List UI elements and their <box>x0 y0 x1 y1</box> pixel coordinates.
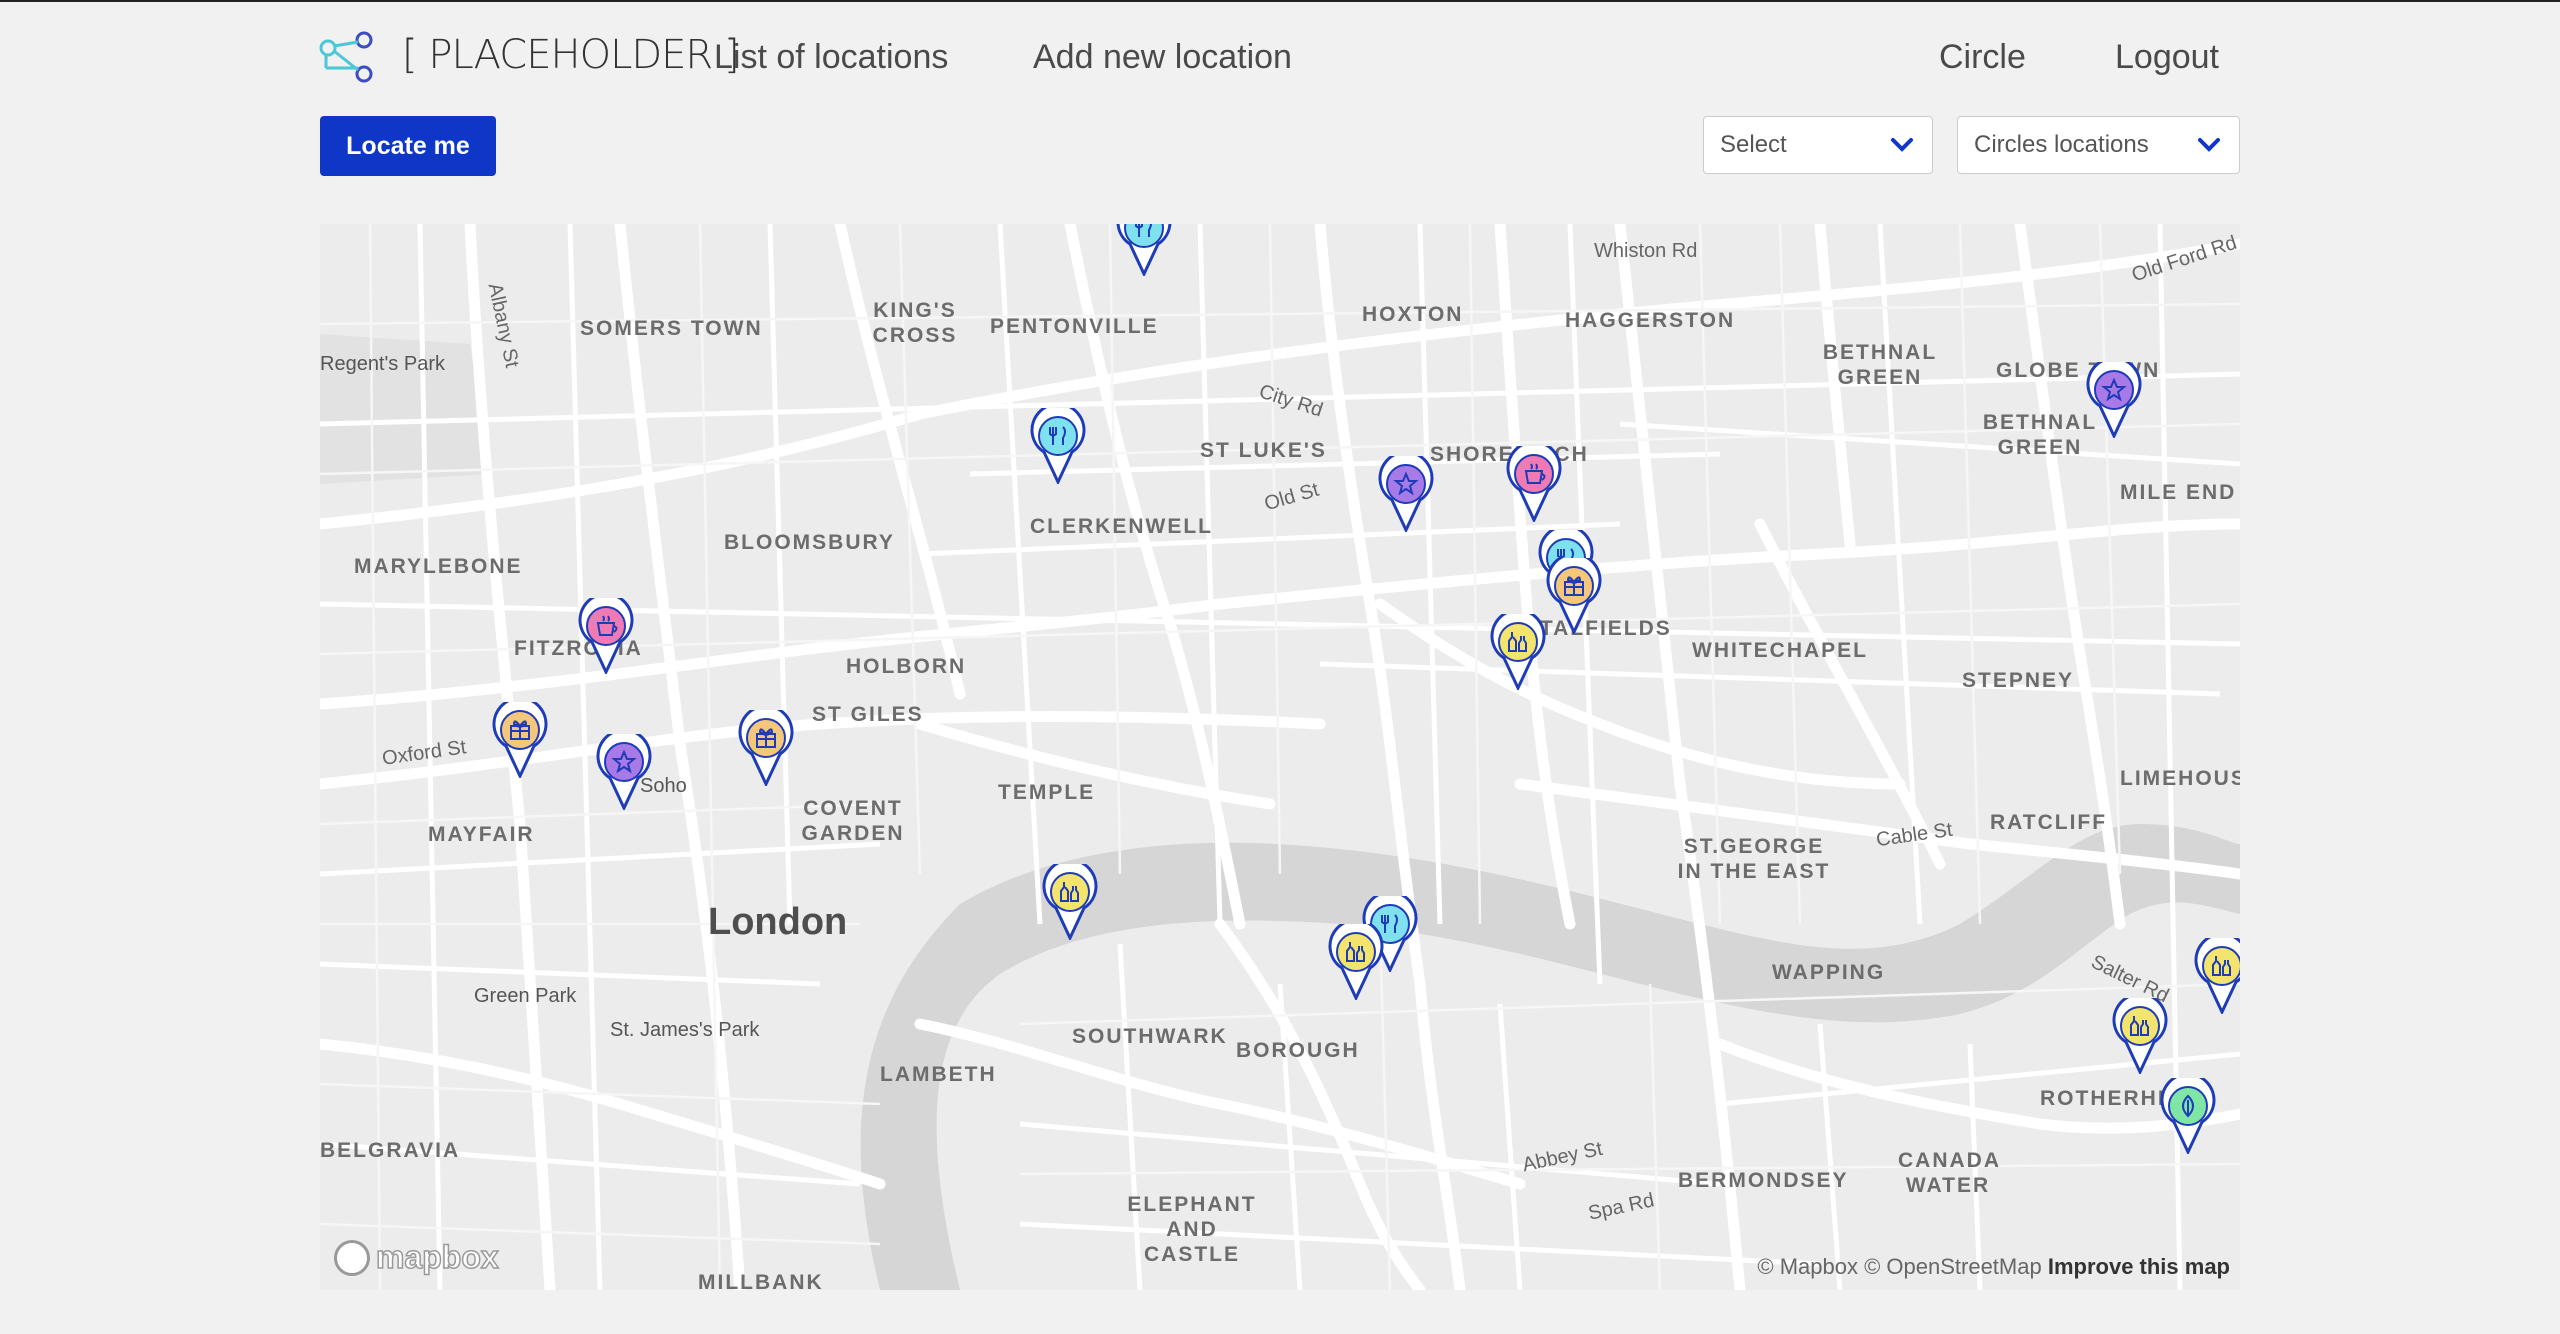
coffee-cup-icon <box>578 592 634 676</box>
place-label: SOMERS TOWN <box>580 317 763 340</box>
star-icon <box>2086 356 2142 440</box>
nav-list-of-locations[interactable]: List of locations <box>714 38 948 77</box>
place-label: BETHNAL GREEN <box>1822 341 1938 389</box>
place-label: TEMPLE <box>998 781 1096 804</box>
place-label: Green Park <box>474 985 577 1007</box>
mapbox-logo-icon <box>334 1239 370 1276</box>
place-label: BOROUGH <box>1236 1039 1360 1062</box>
place-label: MARYLEBONE <box>354 555 523 578</box>
place-label: WHITECHAPEL <box>1692 639 1868 662</box>
place-label: BLOOMSBURY <box>724 531 895 554</box>
leaf-icon <box>2160 1072 2216 1156</box>
place-label: HOLBORN <box>846 655 967 678</box>
fork-knife-icon <box>1030 402 1086 486</box>
nav-logout[interactable]: Logout <box>2115 38 2219 77</box>
brand-name[interactable]: [ PLACEHOLDER ] <box>402 32 740 78</box>
place-label: Regent's Park <box>320 353 445 375</box>
circles-locations-select[interactable]: Circles locations <box>1957 116 2240 174</box>
map-marker-bar[interactable] <box>1042 858 1098 942</box>
improve-map-link[interactable]: Improve this map <box>2048 1254 2230 1279</box>
map-marker-bar[interactable] <box>2112 992 2168 1076</box>
place-label: COVENT GARDEN <box>801 797 905 845</box>
map-attribution: © Mapbox © OpenStreetMap Improve this ma… <box>1757 1254 2230 1280</box>
coffee-cup-icon <box>1506 440 1562 524</box>
star-icon <box>1378 450 1434 534</box>
map-marker-attraction[interactable] <box>596 728 652 812</box>
map-marker-attraction[interactable] <box>1378 450 1434 534</box>
map-marker-cafe[interactable] <box>578 592 634 676</box>
map-marker-bar[interactable] <box>1490 608 1546 692</box>
place-label: KING'S CROSS <box>872 299 958 347</box>
city-label: London <box>708 901 848 943</box>
share-network-icon[interactable] <box>318 30 378 90</box>
map-marker-restaurant[interactable] <box>1030 402 1086 486</box>
gift-icon <box>492 696 548 780</box>
nav-add-new-location[interactable]: Add new location <box>1033 38 1292 77</box>
place-label: ST LUKE'S <box>1200 439 1327 462</box>
map-marker-nature[interactable] <box>2160 1072 2216 1156</box>
fork-knife-icon <box>1116 224 1172 278</box>
map-marker-shop[interactable] <box>492 696 548 780</box>
gift-icon <box>738 704 794 788</box>
map-canvas[interactable]: SOMERS TOWN KING'S CROSS PENTONVILLE HOX… <box>320 224 2240 1290</box>
bottles-icon <box>1490 608 1546 692</box>
place-label: St. James's Park <box>610 1019 760 1041</box>
map-marker-restaurant[interactable] <box>1116 224 1172 278</box>
place-label: CLERKENWELL <box>1030 515 1213 538</box>
place-label: ST GILES <box>812 703 924 726</box>
place-label: ST.GEORGE IN THE EAST <box>1677 835 1831 883</box>
map-marker-attraction[interactable] <box>2086 356 2142 440</box>
bottles-icon <box>2112 992 2168 1076</box>
mapbox-logo[interactable]: mapbox <box>334 1238 499 1276</box>
nav-circle[interactable]: Circle <box>1939 38 2026 77</box>
place-label: STEPNEY <box>1962 669 2075 692</box>
map-marker-bar[interactable] <box>2194 932 2240 1016</box>
bottles-icon <box>2194 932 2240 1016</box>
circles-select-label: Circles locations <box>1974 131 2149 158</box>
place-label: MAYFAIR <box>428 823 535 846</box>
place-label: RATCLIFF <box>1990 811 2108 834</box>
place-label: BELGRAVIA <box>320 1139 461 1162</box>
mapbox-logo-text: mapbox <box>375 1238 499 1276</box>
place-label: HOXTON <box>1362 303 1464 326</box>
place-label: MILLBANK <box>698 1271 824 1290</box>
locate-me-button[interactable]: Locate me <box>320 116 496 176</box>
map-marker-shop[interactable] <box>738 704 794 788</box>
top-navbar: [ PLACEHOLDER ] List of locations Add ne… <box>0 2 2560 112</box>
place-label: SOUTHWARK <box>1072 1025 1228 1048</box>
street-label: Whiston Rd <box>1594 240 1698 262</box>
place-label: LIMEHOUSE <box>2120 767 2240 790</box>
gift-icon <box>1546 552 1602 636</box>
place-label: WAPPING <box>1772 961 1886 984</box>
map-marker-bar[interactable] <box>1328 918 1384 1002</box>
place-label: ELEPHANT AND CASTLE <box>1127 1193 1257 1266</box>
star-icon <box>596 728 652 812</box>
place-label: CANADA WATER <box>1898 1149 2001 1197</box>
category-select-label: Select <box>1720 131 1787 158</box>
place-label: HAGGERSTON <box>1565 309 1736 332</box>
bottles-icon <box>1328 918 1384 1002</box>
map-marker-cafe[interactable] <box>1506 440 1562 524</box>
place-label: PENTONVILLE <box>990 315 1159 338</box>
attribution-text[interactable]: © Mapbox © OpenStreetMap <box>1757 1254 2041 1279</box>
category-select[interactable]: Select <box>1703 116 1933 174</box>
map-marker-shop[interactable] <box>1546 552 1602 636</box>
place-label: MILE END <box>2120 481 2237 504</box>
chevron-down-icon <box>1891 138 1913 152</box>
place-label: BERMONDSEY <box>1678 1169 1849 1192</box>
bottles-icon <box>1042 858 1098 942</box>
place-label: LAMBETH <box>880 1063 997 1086</box>
chevron-down-icon <box>2198 138 2220 152</box>
